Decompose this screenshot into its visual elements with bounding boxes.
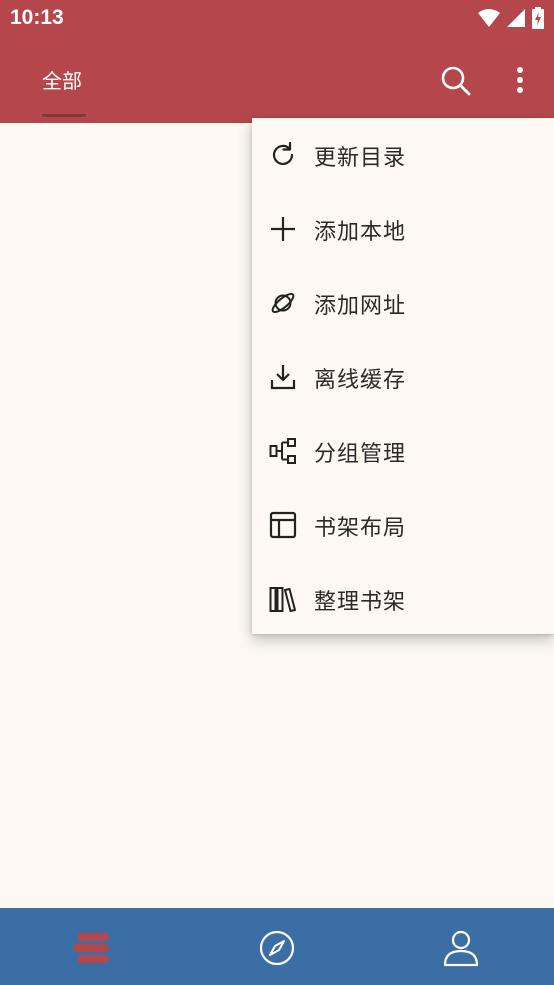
menu-item-label: 整理书架 bbox=[314, 590, 407, 615]
menu-item-organize-shelf[interactable]: 整理书架 bbox=[252, 562, 554, 636]
menu-item-shelf-layout[interactable]: 书架布局 bbox=[252, 488, 554, 562]
menu-item-update-catalog[interactable]: 更新目录 bbox=[252, 118, 554, 192]
app-toolbar: 全部 bbox=[0, 38, 554, 123]
bottom-navigation bbox=[0, 908, 554, 985]
tab-indicator bbox=[42, 114, 86, 117]
search-icon[interactable] bbox=[440, 65, 472, 97]
status-time: 10:13 bbox=[10, 6, 64, 29]
download-icon bbox=[270, 365, 296, 390]
menu-item-label: 书架布局 bbox=[314, 516, 407, 541]
menu-item-label: 更新目录 bbox=[314, 146, 407, 171]
menu-item-add-url[interactable]: 添加网址 bbox=[252, 266, 554, 340]
planet-icon bbox=[271, 292, 295, 314]
refresh-icon bbox=[272, 141, 294, 165]
menu-item-label: 离线缓存 bbox=[314, 368, 407, 393]
tab-all[interactable]: 全部 bbox=[42, 65, 82, 94]
menu-item-label: 添加网址 bbox=[314, 294, 407, 319]
menu-item-label: 添加本地 bbox=[314, 220, 407, 245]
bookshelf-icon[interactable] bbox=[72, 928, 112, 968]
menu-item-label: 分组管理 bbox=[314, 442, 407, 467]
user-icon[interactable] bbox=[441, 928, 481, 968]
status-icons bbox=[478, 7, 544, 29]
menu-item-group-manage[interactable]: 分组管理 bbox=[252, 414, 554, 488]
battery-icon bbox=[532, 7, 544, 29]
layout-icon bbox=[269, 511, 297, 539]
status-bar: 10:13 bbox=[0, 0, 554, 38]
menu-item-add-local[interactable]: 添加本地 bbox=[252, 192, 554, 266]
plus-icon bbox=[271, 217, 295, 241]
overflow-menu: 更新目录 添加本地 添加网址 离线缓存 分组管理 书架布局 整理书架 bbox=[252, 118, 554, 634]
menu-item-offline-cache[interactable]: 离线缓存 bbox=[252, 340, 554, 414]
group-icon bbox=[269, 438, 296, 464]
more-vert-icon[interactable] bbox=[506, 65, 534, 97]
compass-icon[interactable] bbox=[257, 928, 297, 968]
wifi-icon bbox=[478, 9, 500, 27]
books-icon bbox=[269, 587, 296, 612]
signal-icon bbox=[507, 9, 525, 27]
